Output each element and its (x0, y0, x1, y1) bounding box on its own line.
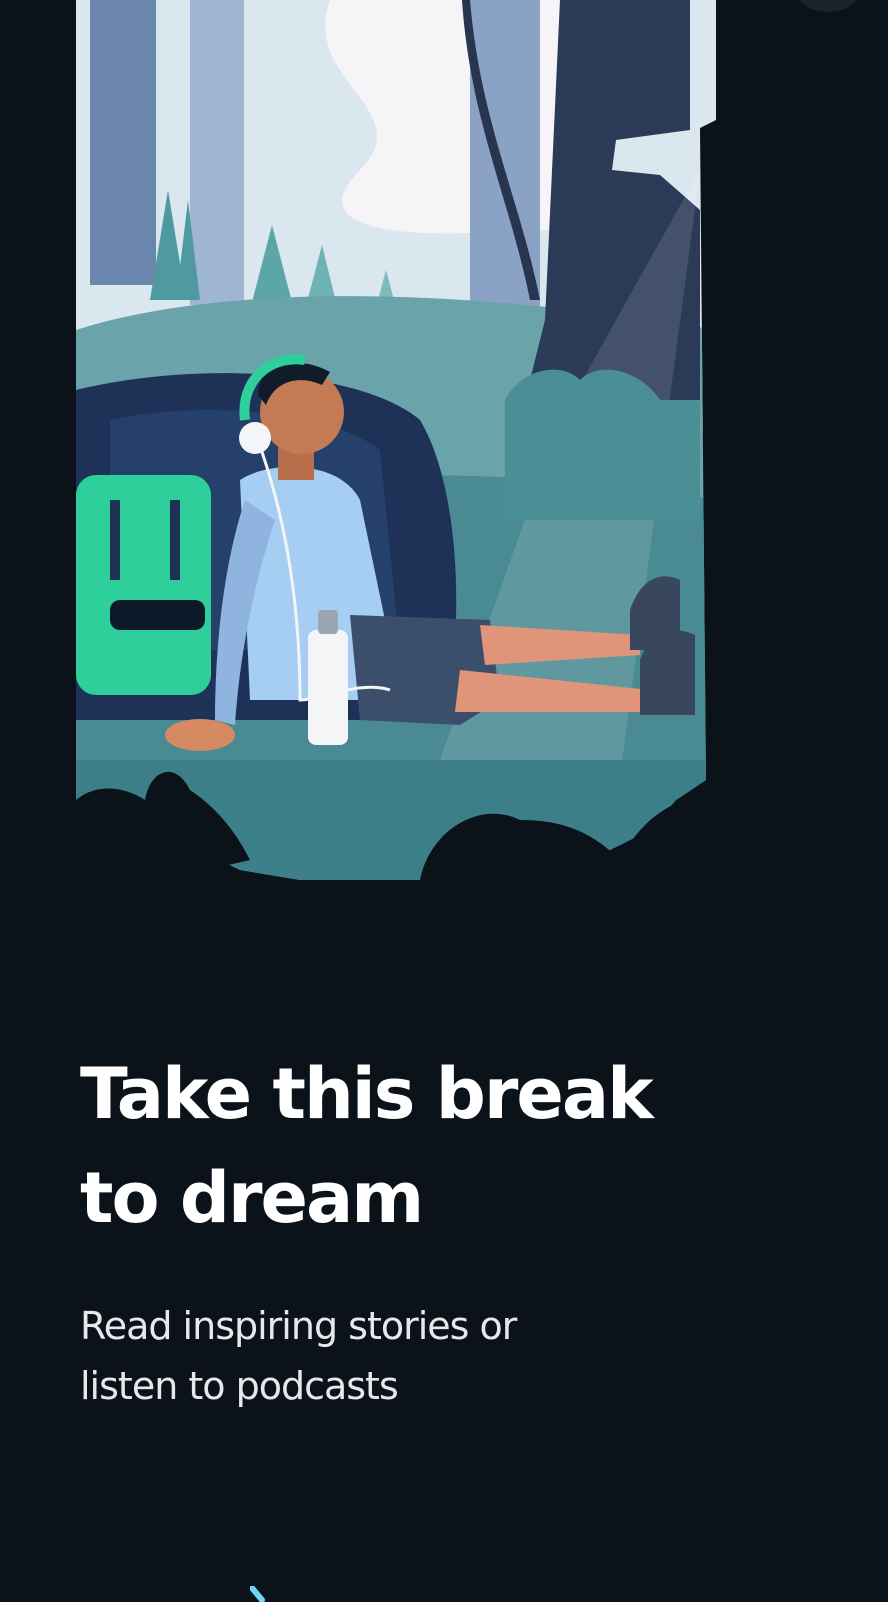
forest-relax-illustration (76, 0, 716, 930)
subtitle-line-2: listen to podcasts (80, 1364, 399, 1408)
headline-line-2: to dream (80, 1157, 424, 1239)
onboarding-headline: Take this break to dream (80, 1042, 800, 1250)
onboarding-subtitle: Read inspiring stories or listen to podc… (80, 1296, 780, 1416)
onboarding-screen: Take this break to dream Read inspiring … (0, 0, 888, 1602)
subtitle-line-1: Read inspiring stories or (80, 1304, 517, 1348)
headline-line-1: Take this break (80, 1053, 654, 1135)
